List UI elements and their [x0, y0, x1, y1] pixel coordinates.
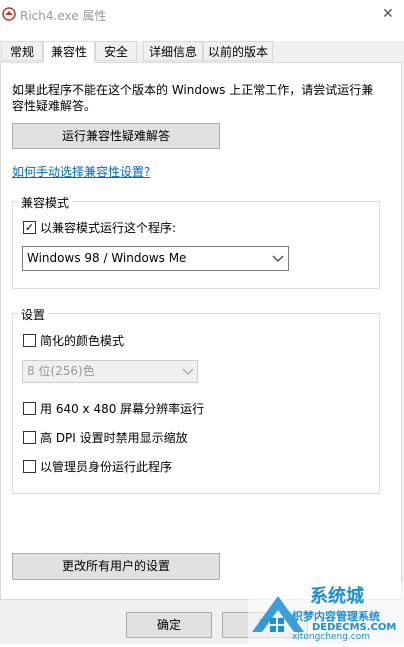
resolution-label: 用 640 x 480 屏幕分辨率运行 — [40, 402, 205, 416]
compat-mode-checkbox[interactable]: ✓ — [23, 221, 36, 234]
compat-mode-legend: 兼容模式 — [18, 194, 73, 211]
change-all-users-button[interactable]: 更改所有用户的设置 — [12, 553, 220, 580]
manual-settings-link[interactable]: 如何手动选择兼容性设置? — [12, 163, 150, 180]
tab-compatibility[interactable]: 兼容性 — [43, 41, 95, 63]
watermark-site: xitongcheng.com — [292, 632, 370, 642]
compat-mode-group — [12, 201, 380, 289]
dpi-scaling-checkbox[interactable] — [23, 431, 36, 444]
reduced-color-checkbox[interactable] — [23, 334, 36, 347]
tab-general-label: 常规 — [9, 45, 34, 59]
reduced-color-label: 简化的颜色模式 — [40, 334, 125, 348]
check-icon: ✓ — [24, 221, 35, 234]
run-as-admin-checkbox[interactable] — [23, 460, 36, 473]
os-select-value: Windows 98 / Windows Me — [27, 251, 187, 265]
close-icon[interactable]: ✕ — [382, 7, 394, 21]
watermark: 系统城 织梦内容管理系统 DEDECMS.COM xitongcheng.com — [248, 582, 404, 644]
tab-strip: 常规 兼容性 安全 详细信息 以前的版本 — [0, 41, 404, 63]
tab-security-label: 安全 — [103, 45, 128, 59]
dpi-scaling-label: 高 DPI 设置时禁用显示缩放 — [40, 431, 188, 445]
color-depth-select[interactable]: 8 位(256)色 — [22, 360, 198, 383]
run-troubleshooter-button[interactable]: 运行兼容性疑难解答 — [12, 123, 220, 149]
chevron-down-icon — [272, 255, 284, 262]
app-icon — [2, 7, 16, 21]
tab-security[interactable]: 安全 — [95, 41, 137, 61]
window-title: Rich4.exe 属性 — [20, 9, 107, 23]
tab-previous-versions-label: 以前的版本 — [207, 45, 268, 59]
tab-general[interactable]: 常规 — [1, 41, 43, 61]
resolution-checkbox[interactable] — [23, 402, 36, 415]
run-as-admin-label: 以管理员身份运行此程序 — [40, 460, 173, 474]
chevron-down-icon — [182, 368, 194, 375]
tab-details[interactable]: 详细信息 — [143, 41, 203, 61]
title-bar: Rich4.exe 属性 ✕ — [0, 0, 404, 30]
tab-previous-versions[interactable]: 以前的版本 — [203, 41, 273, 61]
os-select[interactable]: Windows 98 / Windows Me — [22, 246, 289, 271]
compat-mode-checkbox-label: 以兼容模式运行这个程序: — [40, 221, 177, 235]
tab-compatibility-label: 兼容性 — [50, 45, 87, 59]
ok-button[interactable]: 确定 — [126, 612, 212, 638]
color-depth-value: 8 位(256)色 — [27, 364, 95, 378]
intro-text-line1: 如果此程序不能在这个版本的 Windows 上正常工作，请尝试运行兼 — [12, 83, 374, 97]
settings-legend: 设置 — [18, 306, 49, 323]
tab-details-label: 详细信息 — [148, 45, 197, 59]
intro-text-line2: 容性疑难解答。 — [12, 99, 97, 113]
watermark-brand: 系统城 — [310, 586, 364, 607]
